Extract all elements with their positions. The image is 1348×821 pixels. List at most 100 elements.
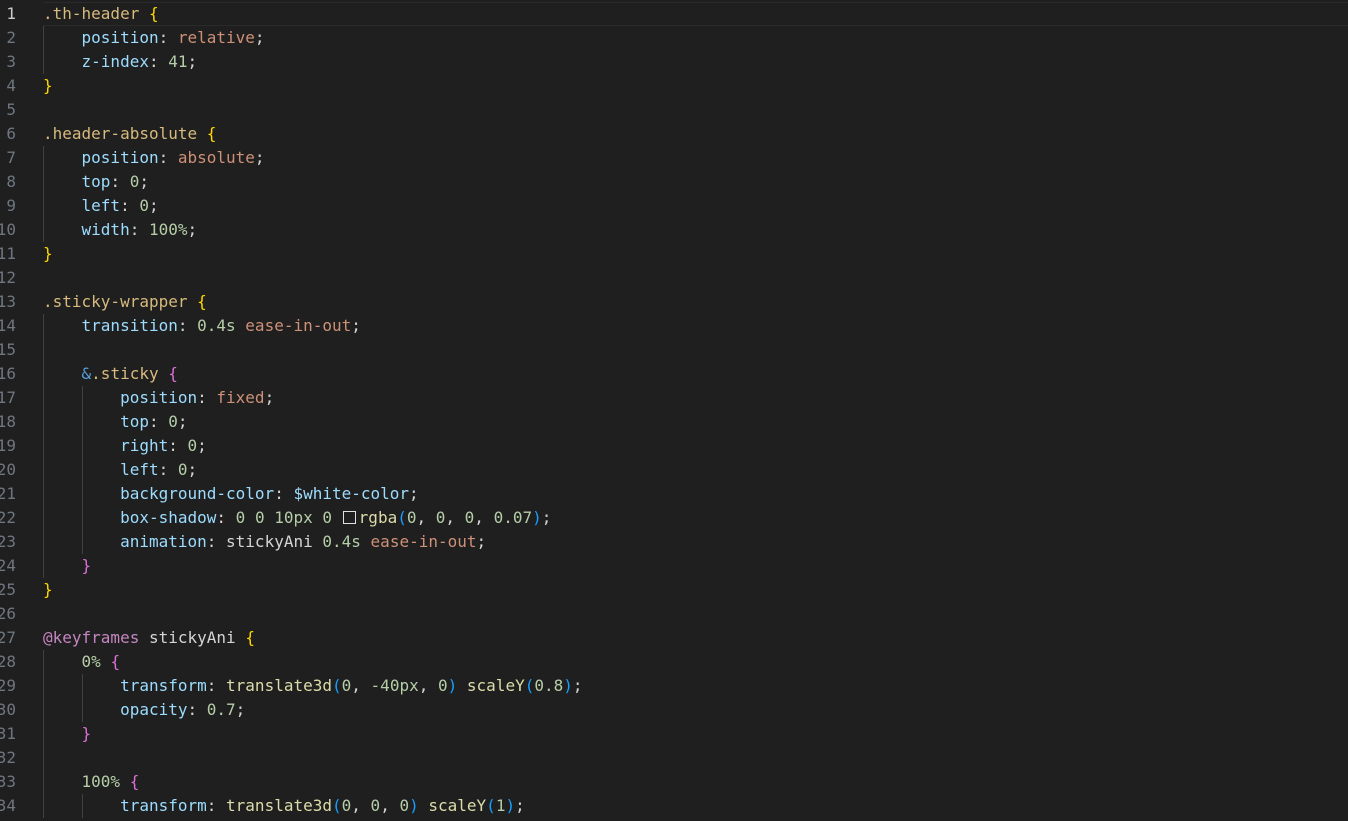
code-line-22[interactable]: box-shadow: 0 0 10px 0 rgba(0, 0, 0, 0.0…	[43, 506, 1348, 530]
line-number[interactable]: 26	[0, 602, 30, 626]
line-number[interactable]: 7	[0, 146, 30, 170]
code-line-12[interactable]	[43, 266, 1348, 290]
code-line-10[interactable]: width: 100%;	[43, 218, 1348, 242]
line-number[interactable]: 22	[0, 506, 30, 530]
code-line-11[interactable]: }	[43, 242, 1348, 266]
code-line-28[interactable]: 0% {	[43, 650, 1348, 674]
code-line-18[interactable]: top: 0;	[43, 410, 1348, 434]
code-line-13[interactable]: .sticky-wrapper {	[43, 290, 1348, 314]
line-number[interactable]: 9	[0, 194, 30, 218]
code-line-7[interactable]: position: absolute;	[43, 146, 1348, 170]
indent-guide	[82, 434, 83, 458]
code-line-32[interactable]	[43, 746, 1348, 770]
punctuation: ;	[177, 412, 188, 431]
punctuation: :	[168, 436, 188, 455]
code-line-17[interactable]: position: fixed;	[43, 386, 1348, 410]
function: scaleY	[428, 796, 487, 815]
punctuation: ;	[264, 388, 275, 407]
punctuation: ;	[515, 796, 525, 815]
code-line-9[interactable]: left: 0;	[43, 194, 1348, 218]
line-number[interactable]: 15	[0, 338, 30, 362]
line-number[interactable]: 6	[0, 122, 30, 146]
code-editor[interactable]: 1 2 3 4 5 6 7 8 9 10 11 12 13 14 15 16 17 18 19 20 21 22 23 24 2…	[0, 0, 1348, 821]
punctuation: ,	[416, 508, 436, 527]
line-number[interactable]: 1	[0, 2, 30, 26]
line-number[interactable]: 21	[0, 482, 30, 506]
punctuation: :	[274, 484, 294, 503]
code-line-33[interactable]: 100% {	[43, 770, 1348, 794]
number: 0.4s	[197, 316, 236, 335]
code-line-14[interactable]: transition: 0.4s ease-in-out;	[43, 314, 1348, 338]
line-number[interactable]: 20	[0, 458, 30, 482]
line-number[interactable]: 30	[0, 698, 30, 722]
line-number[interactable]: 11	[0, 242, 30, 266]
code-line-3[interactable]: z-index: 41;	[43, 50, 1348, 74]
code-line-25[interactable]: }	[43, 578, 1348, 602]
line-number[interactable]: 12	[0, 266, 30, 290]
punctuation: :	[158, 28, 178, 47]
property: width	[81, 220, 130, 239]
code-line-1[interactable]: .th-header {	[43, 2, 1348, 26]
function: translate3d	[226, 796, 332, 815]
line-number[interactable]: 18	[0, 410, 30, 434]
property: z-index	[81, 52, 149, 71]
code-line-26[interactable]	[43, 602, 1348, 626]
code-line-21[interactable]: background-color: $white-color;	[43, 482, 1348, 506]
value: absolute	[177, 148, 255, 167]
indent-guide	[43, 770, 44, 794]
indent-guide	[82, 506, 83, 530]
line-number[interactable]: 32	[0, 746, 30, 770]
line-number[interactable]: 2	[0, 26, 30, 50]
line-number[interactable]: 23	[0, 530, 30, 554]
color-swatch-icon[interactable]	[342, 511, 356, 524]
line-number[interactable]: 10	[0, 218, 30, 242]
line-number[interactable]: 3	[0, 50, 30, 74]
line-number[interactable]: 5	[0, 98, 30, 122]
line-number-gutter: 1 2 3 4 5 6 7 8 9 10 11 12 13 14 15 16 17 18 19 20 21 22 23 24 2…	[0, 2, 30, 818]
line-number[interactable]: 34	[0, 794, 30, 818]
line-number[interactable]: 13	[0, 290, 30, 314]
punctuation: ;	[187, 220, 198, 239]
code-line-15[interactable]	[43, 338, 1348, 362]
code-line-6[interactable]: .header-absolute {	[43, 122, 1348, 146]
line-number[interactable]: 19	[0, 434, 30, 458]
code-line-23[interactable]: animation: stickyAni 0.4s ease-in-out;	[43, 530, 1348, 554]
value: fixed	[216, 388, 265, 407]
code-line-5[interactable]	[43, 98, 1348, 122]
line-number[interactable]: 4	[0, 74, 30, 98]
line-number[interactable]: 33	[0, 770, 30, 794]
code-line-24[interactable]: }	[43, 554, 1348, 578]
indent-guide	[82, 410, 83, 434]
code-line-30[interactable]: opacity: 0.7;	[43, 698, 1348, 722]
brace: {	[168, 364, 178, 383]
line-number[interactable]: 14	[0, 314, 30, 338]
indent-guide	[43, 170, 44, 194]
line-number[interactable]: 27	[0, 626, 30, 650]
line-number[interactable]: 25	[0, 578, 30, 602]
line-number[interactable]: 28	[0, 650, 30, 674]
code-line-29[interactable]: transform: translate3d(0, -40px, 0) scal…	[43, 674, 1348, 698]
code-line-34[interactable]: transform: translate3d(0, 0, 0) scaleY(1…	[43, 794, 1348, 818]
property: position	[120, 388, 198, 407]
line-number[interactable]: 24	[0, 554, 30, 578]
code-line-20[interactable]: left: 0;	[43, 458, 1348, 482]
value: ease-in-out	[370, 532, 477, 551]
code-line-4[interactable]: }	[43, 74, 1348, 98]
code-area[interactable]: .th-header { position: relative; z-index…	[43, 2, 1348, 818]
line-number[interactable]: 8	[0, 170, 30, 194]
number: 0	[235, 508, 246, 527]
code-line-27[interactable]: @keyframes stickyAni {	[43, 626, 1348, 650]
line-number[interactable]: 17	[0, 386, 30, 410]
line-number[interactable]: 16	[0, 362, 30, 386]
line-number[interactable]: 31	[0, 722, 30, 746]
punctuation: :	[148, 412, 169, 431]
code-line-2[interactable]: position: relative;	[43, 26, 1348, 50]
code-line-16[interactable]: &.sticky {	[43, 362, 1348, 386]
code-line-19[interactable]: right: 0;	[43, 434, 1348, 458]
code-line-31[interactable]: }	[43, 722, 1348, 746]
indent-guide	[43, 410, 44, 434]
punctuation: :	[197, 388, 217, 407]
keyframe-stop: 0%	[81, 652, 101, 671]
code-line-8[interactable]: top: 0;	[43, 170, 1348, 194]
line-number[interactable]: 29	[0, 674, 30, 698]
